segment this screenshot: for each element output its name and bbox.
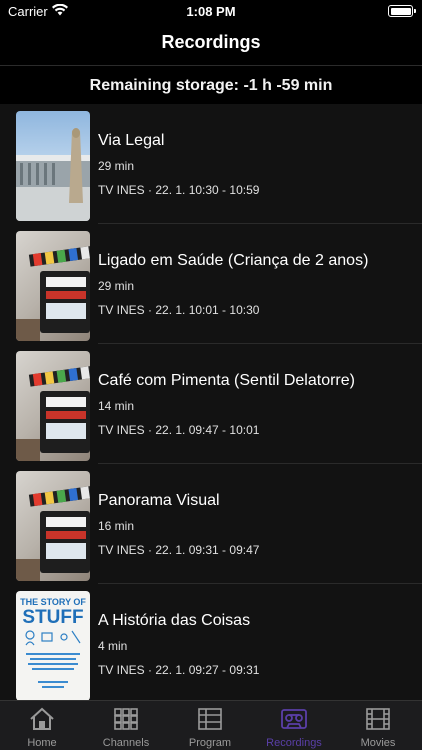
recording-meta: TV INES · 22. 1. 09:31 - 09:47 xyxy=(98,543,260,557)
recording-row[interactable]: Via Legal 29 min TV INES · 22. 1. 10:30 … xyxy=(0,104,422,224)
tab-label: Movies xyxy=(360,737,396,749)
book-cover-line1: THE STORY OF xyxy=(20,597,86,607)
house-icon xyxy=(30,707,54,730)
cassette-icon xyxy=(281,709,307,729)
recording-title: Panorama Visual xyxy=(98,492,220,509)
page-title: Recordings xyxy=(161,32,261,52)
tab-channels[interactable]: Channels xyxy=(84,701,168,750)
clock-label: 1:08 PM xyxy=(186,4,236,19)
recording-duration: 16 min xyxy=(98,519,135,533)
recording-meta: TV INES · 22. 1. 10:01 - 10:30 xyxy=(98,303,260,317)
book-cover-line2: STUFF xyxy=(22,607,83,628)
recording-duration: 14 min xyxy=(98,399,135,413)
film-icon xyxy=(366,708,390,730)
recording-meta: TV INES · 22. 1. 10:30 - 10:59 xyxy=(98,183,260,197)
recording-meta: TV INES · 22. 1. 09:47 - 10:01 xyxy=(98,423,260,437)
recording-row[interactable]: Café com Pimenta (Sentil Delatorre) 14 m… xyxy=(0,344,422,464)
tab-label: Home xyxy=(27,737,57,749)
recording-title: Café com Pimenta (Sentil Delatorre) xyxy=(98,372,355,389)
tab-recordings[interactable]: Recordings xyxy=(252,701,336,750)
status-bar: Carrier 1:08 PM xyxy=(0,0,422,22)
recording-title: A História das Coisas xyxy=(98,612,251,629)
tab-label: Program xyxy=(188,737,232,749)
battery-icon xyxy=(388,5,416,17)
recording-duration: 4 min xyxy=(98,639,128,653)
recording-title: Ligado em Saúde (Criança de 2 anos) xyxy=(98,252,369,269)
recording-row[interactable]: Ligado em Saúde (Criança de 2 anos) 29 m… xyxy=(0,224,422,344)
tab-home[interactable]: Home xyxy=(0,701,84,750)
recording-row[interactable]: Panorama Visual 16 min TV INES · 22. 1. … xyxy=(0,464,422,584)
grid-icon xyxy=(114,708,138,730)
tab-label: Recordings xyxy=(266,737,322,749)
remaining-storage-label: Remaining storage: -1 h -59 min xyxy=(89,77,333,94)
recording-title: Via Legal xyxy=(98,132,165,149)
nav-divider xyxy=(0,65,422,66)
recording-thumbnail xyxy=(16,351,90,461)
recording-thumbnail xyxy=(16,471,90,581)
recording-duration: 29 min xyxy=(98,279,135,293)
recording-thumbnail: THE STORY OF STUFF xyxy=(16,591,90,700)
tab-program[interactable]: Program xyxy=(168,701,252,750)
recording-meta: TV INES · 22. 1. 09:27 - 09:31 xyxy=(98,663,260,677)
recording-thumbnail xyxy=(16,111,90,221)
recording-row[interactable]: THE STORY OF STUFF A História das Coisas… xyxy=(0,584,422,700)
recording-thumbnail xyxy=(16,231,90,341)
tab-label: Channels xyxy=(102,737,150,749)
list-icon xyxy=(198,708,222,730)
tab-bar: Home Channels Program Recordings Movies xyxy=(0,700,422,750)
recordings-list[interactable]: Via Legal 29 min TV INES · 22. 1. 10:30 … xyxy=(0,104,422,700)
recording-duration: 29 min xyxy=(98,159,135,173)
tab-movies[interactable]: Movies xyxy=(336,701,420,750)
